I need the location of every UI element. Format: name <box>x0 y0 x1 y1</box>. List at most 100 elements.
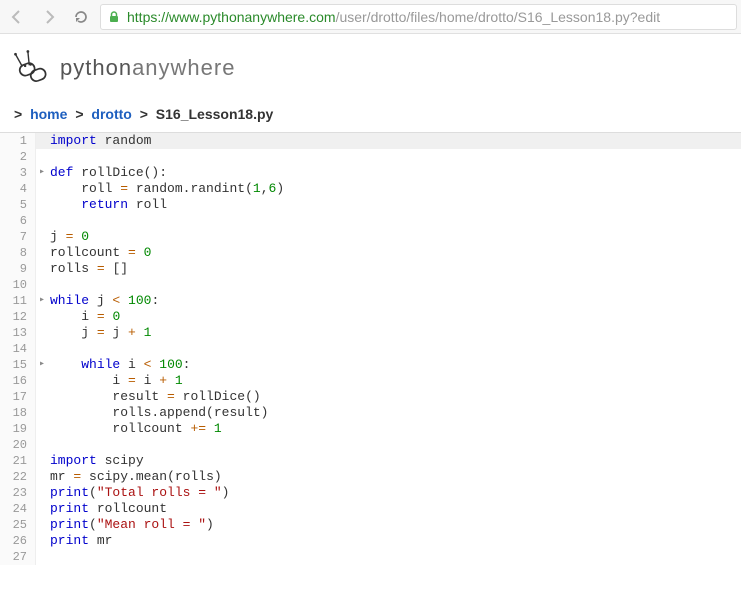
code-line[interactable]: 19 rollcount += 1 <box>0 421 741 437</box>
line-number: 21 <box>0 453 36 469</box>
fold-toggle <box>36 309 48 325</box>
code-content[interactable] <box>48 437 741 453</box>
code-editor[interactable]: 1import random23▸def rollDice():4 roll =… <box>0 132 741 565</box>
line-number: 17 <box>0 389 36 405</box>
code-line[interactable]: 16 i = i + 1 <box>0 373 741 389</box>
code-line[interactable]: 25 print("Mean roll = ") <box>0 517 741 533</box>
fold-toggle <box>36 389 48 405</box>
code-line[interactable]: 9rolls = [] <box>0 261 741 277</box>
code-content[interactable]: rolls = [] <box>48 261 741 277</box>
line-number: 11 <box>0 293 36 309</box>
code-line[interactable]: 15▸ while i < 100: <box>0 357 741 373</box>
line-number: 22 <box>0 469 36 485</box>
code-line[interactable]: 24print rollcount <box>0 501 741 517</box>
code-line[interactable]: 17 result = rollDice() <box>0 389 741 405</box>
line-number: 10 <box>0 277 36 293</box>
fold-toggle <box>36 213 48 229</box>
code-content[interactable]: import scipy <box>48 453 741 469</box>
line-number: 16 <box>0 373 36 389</box>
line-number: 12 <box>0 309 36 325</box>
code-line[interactable]: 2 <box>0 149 741 165</box>
code-content[interactable]: def rollDice(): <box>48 165 741 181</box>
fold-toggle <box>36 469 48 485</box>
code-line[interactable]: 11▸while j < 100: <box>0 293 741 309</box>
address-bar[interactable]: https://www.pythonanywhere.com/user/drot… <box>100 4 737 30</box>
code-content[interactable]: mr = scipy.mean(rolls) <box>48 469 741 485</box>
code-line[interactable]: 14 <box>0 341 741 357</box>
code-content[interactable]: result = rollDice() <box>48 389 741 405</box>
code-content[interactable]: j = 0 <box>48 229 741 245</box>
code-line[interactable]: 7 j = 0 <box>0 229 741 245</box>
code-content[interactable]: rolls.append(result) <box>48 405 741 421</box>
code-content[interactable]: print("Mean roll = ") <box>48 517 741 533</box>
code-content[interactable]: while j < 100: <box>48 293 741 309</box>
code-content[interactable]: i = 0 <box>48 309 741 325</box>
code-content[interactable]: while i < 100: <box>48 357 741 373</box>
breadcrumb-home[interactable]: home <box>30 106 67 122</box>
forward-button[interactable] <box>36 4 62 30</box>
code-content[interactable] <box>48 341 741 357</box>
line-number: 25 <box>0 517 36 533</box>
line-number: 1 <box>0 133 36 149</box>
logo[interactable]: pythonanywhere <box>10 46 731 90</box>
code-content[interactable]: roll = random.randint(1,6) <box>48 181 741 197</box>
code-content[interactable]: j = j + 1 <box>48 325 741 341</box>
code-line[interactable]: 23print("Total rolls = ") <box>0 485 741 501</box>
lock-icon <box>107 10 121 24</box>
fold-toggle <box>36 149 48 165</box>
code-content[interactable]: i = i + 1 <box>48 373 741 389</box>
reload-button[interactable] <box>68 4 94 30</box>
code-content[interactable]: print mr <box>48 533 741 549</box>
back-button[interactable] <box>4 4 30 30</box>
code-line[interactable]: 4 roll = random.randint(1,6) <box>0 181 741 197</box>
line-number: 27 <box>0 549 36 565</box>
fold-toggle <box>36 405 48 421</box>
code-line[interactable]: 12 i = 0 <box>0 309 741 325</box>
logo-icon <box>10 46 54 90</box>
code-content[interactable]: rollcount += 1 <box>48 421 741 437</box>
code-content[interactable] <box>48 549 741 565</box>
fold-toggle <box>36 133 48 149</box>
code-content[interactable] <box>48 213 741 229</box>
browser-toolbar: https://www.pythonanywhere.com/user/drot… <box>0 0 741 34</box>
code-line[interactable]: 20 <box>0 437 741 453</box>
code-line[interactable]: 22 mr = scipy.mean(rolls) <box>0 469 741 485</box>
code-line[interactable]: 21 import scipy <box>0 453 741 469</box>
fold-toggle <box>36 453 48 469</box>
line-number: 4 <box>0 181 36 197</box>
code-line[interactable]: 13 j = j + 1 <box>0 325 741 341</box>
line-number: 18 <box>0 405 36 421</box>
code-line[interactable]: 1 import random <box>0 133 741 149</box>
fold-toggle <box>36 485 48 501</box>
fold-toggle <box>36 421 48 437</box>
code-content[interactable]: rollcount = 0 <box>48 245 741 261</box>
code-line[interactable]: 27 <box>0 549 741 565</box>
line-number: 14 <box>0 341 36 357</box>
code-content[interactable]: print("Total rolls = ") <box>48 485 741 501</box>
code-content[interactable] <box>48 277 741 293</box>
fold-toggle[interactable]: ▸ <box>36 165 48 181</box>
breadcrumb: > home > drotto > S16_Lesson18.py <box>0 98 741 132</box>
code-line[interactable]: 18 rolls.append(result) <box>0 405 741 421</box>
code-content[interactable]: print rollcount <box>48 501 741 517</box>
url-text: https://www.pythonanywhere.com/user/drot… <box>127 9 660 25</box>
site-header: pythonanywhere <box>0 34 741 98</box>
code-line[interactable]: 6 <box>0 213 741 229</box>
code-content[interactable] <box>48 149 741 165</box>
code-content[interactable]: import random <box>48 133 741 149</box>
code-line[interactable]: 10 <box>0 277 741 293</box>
fold-toggle <box>36 325 48 341</box>
code-line[interactable]: 8rollcount = 0 <box>0 245 741 261</box>
line-number: 2 <box>0 149 36 165</box>
code-line[interactable]: 3▸def rollDice(): <box>0 165 741 181</box>
fold-toggle <box>36 437 48 453</box>
fold-toggle[interactable]: ▸ <box>36 293 48 309</box>
fold-toggle <box>36 533 48 549</box>
code-line[interactable]: 5 return roll <box>0 197 741 213</box>
code-line[interactable]: 26print mr <box>0 533 741 549</box>
line-number: 3 <box>0 165 36 181</box>
code-content[interactable]: return roll <box>48 197 741 213</box>
breadcrumb-user[interactable]: drotto <box>91 106 131 122</box>
line-number: 7 <box>0 229 36 245</box>
fold-toggle[interactable]: ▸ <box>36 357 48 373</box>
